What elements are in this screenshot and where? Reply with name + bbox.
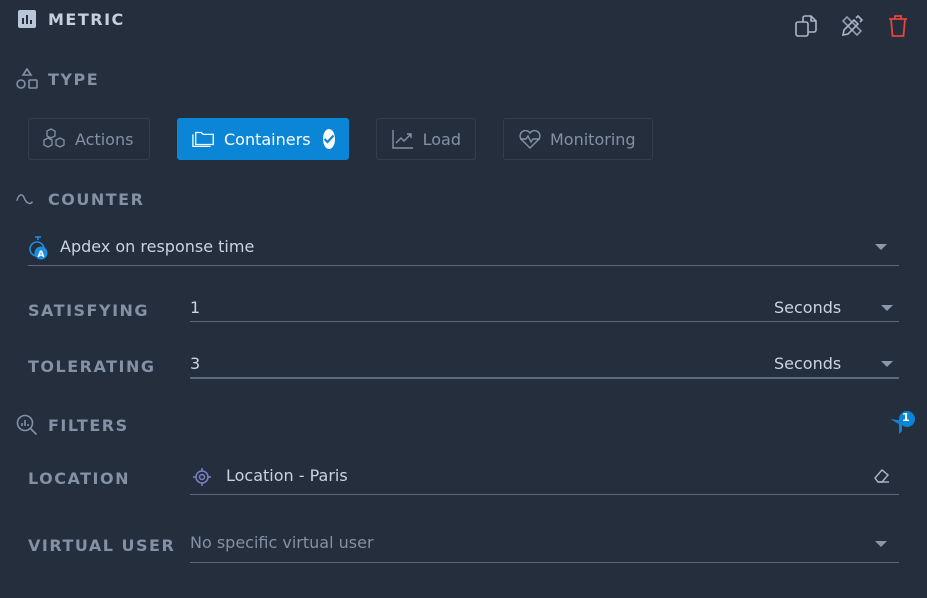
wave-icon: [16, 188, 38, 210]
location-filter[interactable]: Location - Paris: [190, 458, 899, 495]
satisfying-unit-select[interactable]: Seconds: [774, 292, 899, 322]
copy-icon: [794, 14, 818, 42]
metric-header: METRIC: [16, 8, 125, 30]
satisfying-input[interactable]: 1: [190, 298, 200, 317]
eraser-icon[interactable]: [873, 468, 891, 488]
folders-icon: [192, 127, 216, 151]
location-label: LOCATION: [28, 469, 130, 488]
heartbeat-icon: [518, 127, 542, 151]
chevron-down-icon: [881, 305, 893, 311]
cubes-icon: [43, 127, 67, 151]
tolerating-unit-select[interactable]: Seconds: [774, 348, 899, 378]
filter-toggle-button[interactable]: 1: [889, 410, 919, 438]
satisfying-field: 1 Seconds: [190, 292, 899, 322]
tolerating-input[interactable]: 3: [190, 354, 200, 373]
type-option-load[interactable]: Load: [376, 118, 476, 160]
chevron-down-icon: [881, 361, 893, 367]
chevron-down-icon: [875, 541, 887, 547]
type-option-containers[interactable]: Containers: [177, 118, 349, 160]
filters-section-title: FILTERS: [16, 414, 129, 436]
metric-title: METRIC: [48, 9, 125, 29]
tolerating-field: 3 Seconds: [190, 348, 899, 379]
tolerating-label: TOLERATING: [28, 357, 156, 376]
header-toolbar: [793, 14, 911, 42]
apdex-stopwatch-icon: A: [28, 235, 50, 260]
svg-text:A: A: [38, 250, 45, 260]
chevron-down-icon: [875, 244, 887, 250]
design-tools-icon: [840, 14, 864, 42]
type-option-actions[interactable]: Actions: [28, 118, 150, 160]
virtual-user-label: VIRTUAL USER: [28, 536, 176, 555]
duplicate-button[interactable]: [793, 14, 819, 42]
shapes-icon: [16, 68, 38, 90]
target-icon: [192, 467, 212, 491]
edit-button[interactable]: [839, 14, 865, 42]
type-section-title: TYPE: [16, 68, 99, 90]
counter-select[interactable]: A Apdex on response time: [28, 228, 899, 266]
selected-check-icon: [322, 129, 335, 149]
bar-chart-icon: [16, 8, 38, 30]
trash-icon: [887, 14, 909, 42]
search-chart-icon: [16, 414, 38, 436]
type-selector: Actions Containers Load Monitoring: [28, 118, 653, 160]
delete-button[interactable]: [885, 14, 911, 42]
line-chart-icon: [391, 127, 415, 151]
counter-section-title: COUNTER: [16, 188, 144, 210]
type-option-monitoring[interactable]: Monitoring: [503, 118, 653, 160]
satisfying-label: SATISFYING: [28, 301, 150, 320]
virtual-user-select[interactable]: No specific virtual user: [190, 526, 899, 563]
filter-count-badge: 1: [902, 411, 910, 424]
